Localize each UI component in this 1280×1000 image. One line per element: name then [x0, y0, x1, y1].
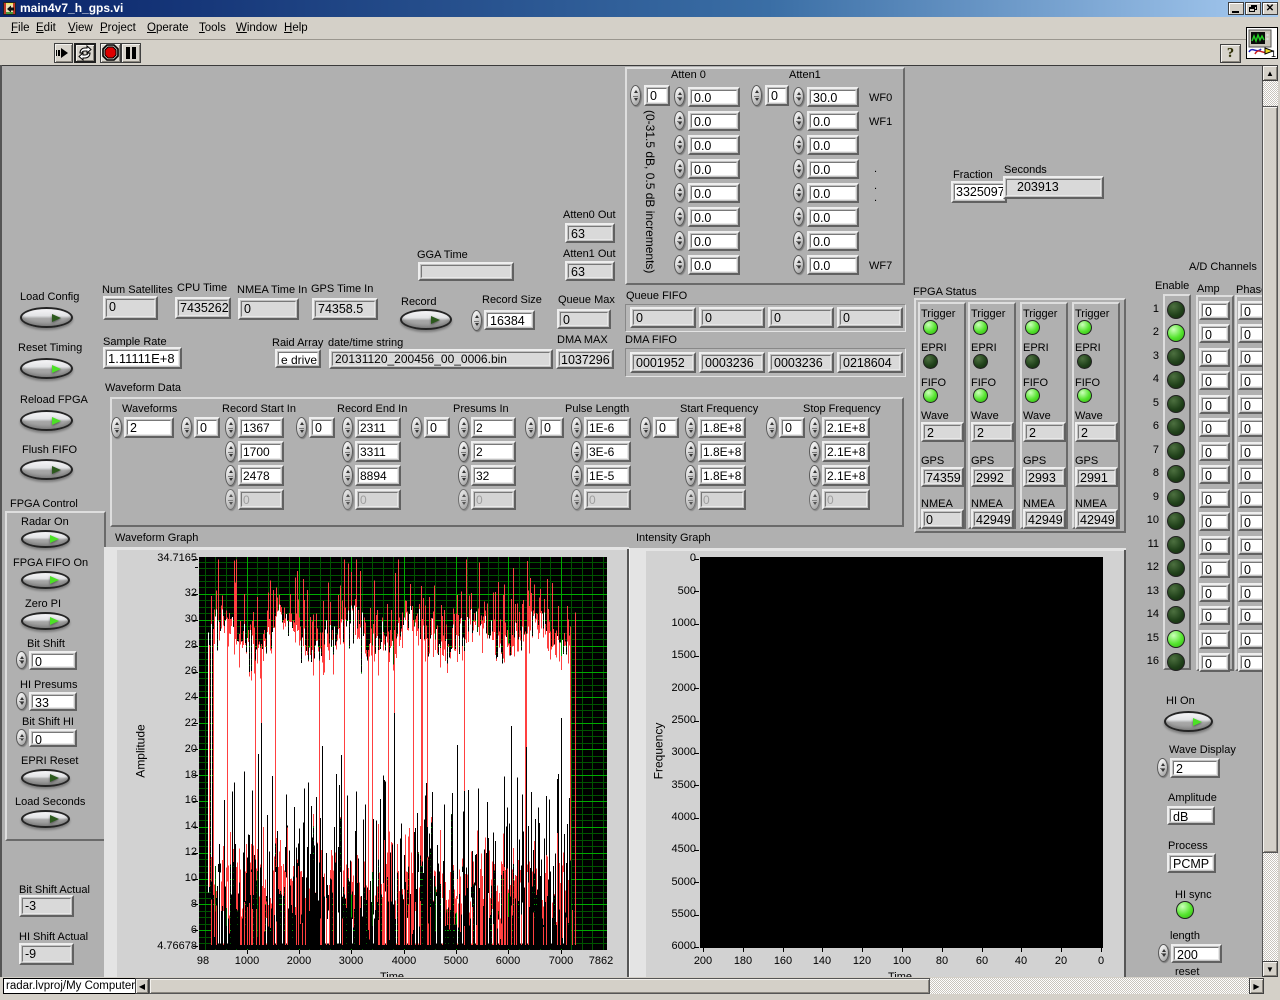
svg-text:1: 1: [1271, 49, 1276, 58]
